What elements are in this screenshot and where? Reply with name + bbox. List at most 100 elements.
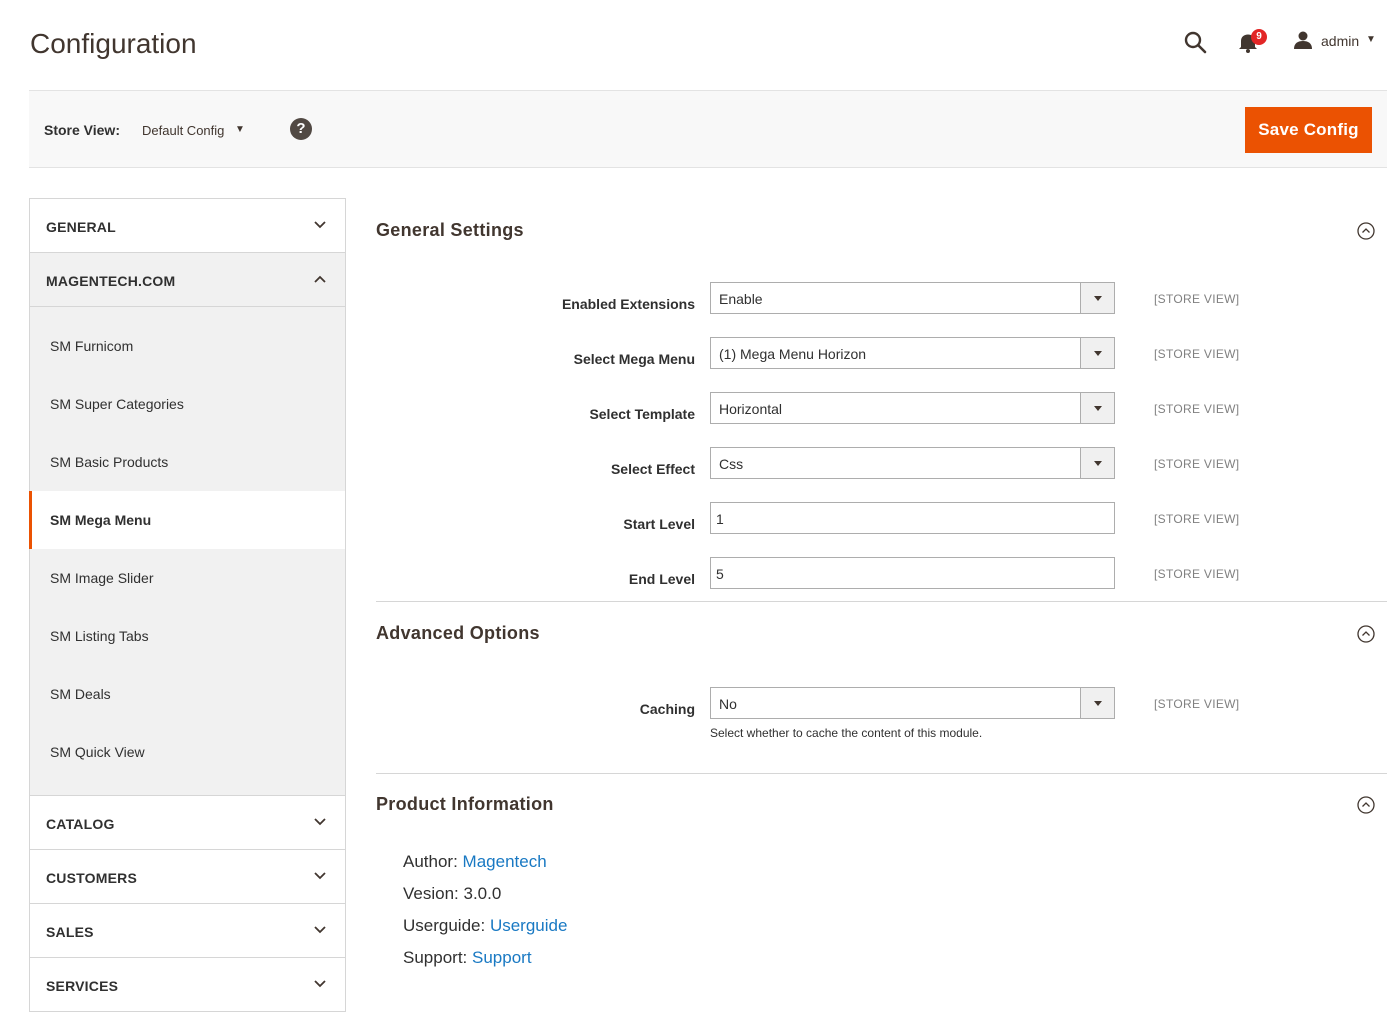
section-title: General Settings [376,220,524,240]
sidebar-item-sm-listing-tabs[interactable]: SM Listing Tabs [30,607,345,665]
page-title: Configuration [30,28,197,59]
input-value: 5 [716,566,724,582]
support-link[interactable]: Support [472,948,532,967]
sidebar-item-label: SM Furnicom [50,338,134,354]
sidebar-group-label: SERVICES [46,978,119,994]
collapse-icon[interactable] [1357,222,1375,240]
dropdown-arrow-icon[interactable] [1080,338,1114,368]
field-row-select-mega-menu: Select Mega Menu (1) Mega Menu Horizon [… [376,337,1387,392]
chevron-down-icon [314,980,326,988]
sidebar-submenu-magentech: SM Furnicom SM Super Categories SM Basic… [29,307,345,796]
info-label: Author: [403,852,458,871]
select-template-select[interactable]: Horizontal [710,392,1115,424]
sidebar-item-label: SM Quick View [50,744,145,760]
field-label: Select Template [589,406,695,422]
dropdown-arrow-icon[interactable] [1080,448,1114,478]
select-effect-select[interactable]: Css [710,447,1115,479]
scope-label: [STORE VIEW] [1154,697,1240,711]
chevron-down-icon [314,926,326,934]
collapse-icon[interactable] [1357,625,1375,643]
field-label: End Level [628,571,695,587]
chevron-down-icon[interactable]: ▼ [235,124,245,135]
sidebar-group-catalog[interactable]: CATALOG [30,796,345,850]
store-view-bar: Store View: Default Config ▼ ? Save Conf… [29,90,1387,168]
select-value: (1) Mega Menu Horizon [719,346,867,362]
sidebar-group-sales[interactable]: SALES [30,904,345,958]
sidebar-group-label: SALES [46,924,94,940]
select-value: No [719,696,737,712]
field-note: Select whether to cache the content of t… [710,726,983,740]
sidebar-group-label: GENERAL [46,219,116,235]
field-label: Caching [639,701,695,717]
chevron-down-icon[interactable]: ▼ [1366,34,1376,45]
sidebar-group-label: MAGENTECH.COM [46,273,176,289]
chevron-down-icon [314,872,326,880]
sidebar-group-general[interactable]: GENERAL [30,199,345,253]
enabled-extensions-select[interactable]: Enable [710,282,1115,314]
user-name[interactable]: admin [1321,33,1359,49]
dropdown-arrow-icon[interactable] [1080,688,1114,718]
config-main: General Settings Enabled Extensions Enab… [376,198,1387,974]
sidebar-item-sm-image-slider[interactable]: SM Image Slider [30,549,345,607]
start-level-input[interactable]: 1 [710,502,1115,534]
userguide-link[interactable]: Userguide [490,916,568,935]
chevron-down-icon [314,818,326,826]
section-advanced-options-header[interactable]: Advanced Options [376,602,1387,658]
field-row-select-effect: Select Effect Css [STORE VIEW] [376,447,1387,502]
field-row-enabled-extensions: Enabled Extensions Enable [STORE VIEW] [376,282,1387,337]
section-title: Advanced Options [376,623,540,643]
section-product-information-header[interactable]: Product Information [376,774,1387,830]
info-userguide: Userguide: Userguide [403,910,1387,942]
info-label: Vesion: [403,884,459,903]
section-general-settings-header[interactable]: General Settings [376,198,1387,260]
field-label: Start Level [623,516,695,532]
sidebar-group-magentech[interactable]: MAGENTECH.COM [30,253,345,307]
sidebar-item-sm-deals[interactable]: SM Deals [30,665,345,723]
sidebar-item-label: SM Mega Menu [50,512,152,528]
sidebar-item-label: SM Basic Products [50,454,169,470]
save-config-button[interactable]: Save Config [1245,107,1372,153]
sidebar-item-sm-super-categories[interactable]: SM Super Categories [30,375,345,433]
select-value: Enable [719,291,763,307]
scope-label: [STORE VIEW] [1154,292,1240,306]
scope-label: [STORE VIEW] [1154,512,1240,526]
user-icon[interactable] [1293,30,1313,50]
sidebar-group-services[interactable]: SERVICES [30,958,345,1012]
scope-label: [STORE VIEW] [1154,567,1240,581]
info-value: 3.0.0 [463,884,502,903]
sidebar-group-label: CUSTOMERS [46,870,137,886]
info-support: Support: Support [403,942,1387,974]
sidebar-item-sm-quick-view[interactable]: SM Quick View [30,723,345,781]
info-version: Vesion: 3.0.0 [403,878,1387,910]
field-label: Select Mega Menu [573,351,695,367]
sidebar-item-sm-mega-menu[interactable]: SM Mega Menu [29,491,345,549]
field-row-start-level: Start Level 1 [STORE VIEW] [376,502,1387,557]
caching-select[interactable]: No [710,687,1115,719]
sidebar-item-label: SM Image Slider [50,570,154,586]
info-label: Userguide: [403,916,486,935]
store-view-switcher[interactable]: Default Config [142,123,224,138]
info-author: Author: Magentech [403,846,1387,878]
sidebar-item-label: SM Listing Tabs [50,628,149,644]
sidebar-item-sm-basic-products[interactable]: SM Basic Products [30,433,345,491]
author-link[interactable]: Magentech [463,852,547,871]
scope-label: [STORE VIEW] [1154,402,1240,416]
select-mega-menu-select[interactable]: (1) Mega Menu Horizon [710,337,1115,369]
sidebar-group-customers[interactable]: CUSTOMERS [30,850,345,904]
chevron-down-icon [314,221,326,229]
search-icon[interactable] [1183,30,1207,54]
sidebar-item-label: SM Deals [50,686,111,702]
help-icon[interactable]: ? [290,118,312,140]
dropdown-arrow-icon[interactable] [1080,393,1114,423]
collapse-icon[interactable] [1357,796,1375,814]
scope-label: [STORE VIEW] [1154,347,1240,361]
end-level-input[interactable]: 5 [710,557,1115,589]
sidebar-item-sm-furnicom[interactable]: SM Furnicom [30,317,345,375]
notification-badge[interactable]: 9 [1251,29,1267,45]
product-info-list: Author: Magentech Vesion: 3.0.0 Userguid… [376,830,1387,974]
field-row-select-template: Select Template Horizontal [STORE VIEW] [376,392,1387,447]
dropdown-arrow-icon[interactable] [1080,283,1114,313]
scope-label: [STORE VIEW] [1154,457,1240,471]
input-value: 1 [716,511,724,527]
field-label: Select Effect [610,461,695,477]
